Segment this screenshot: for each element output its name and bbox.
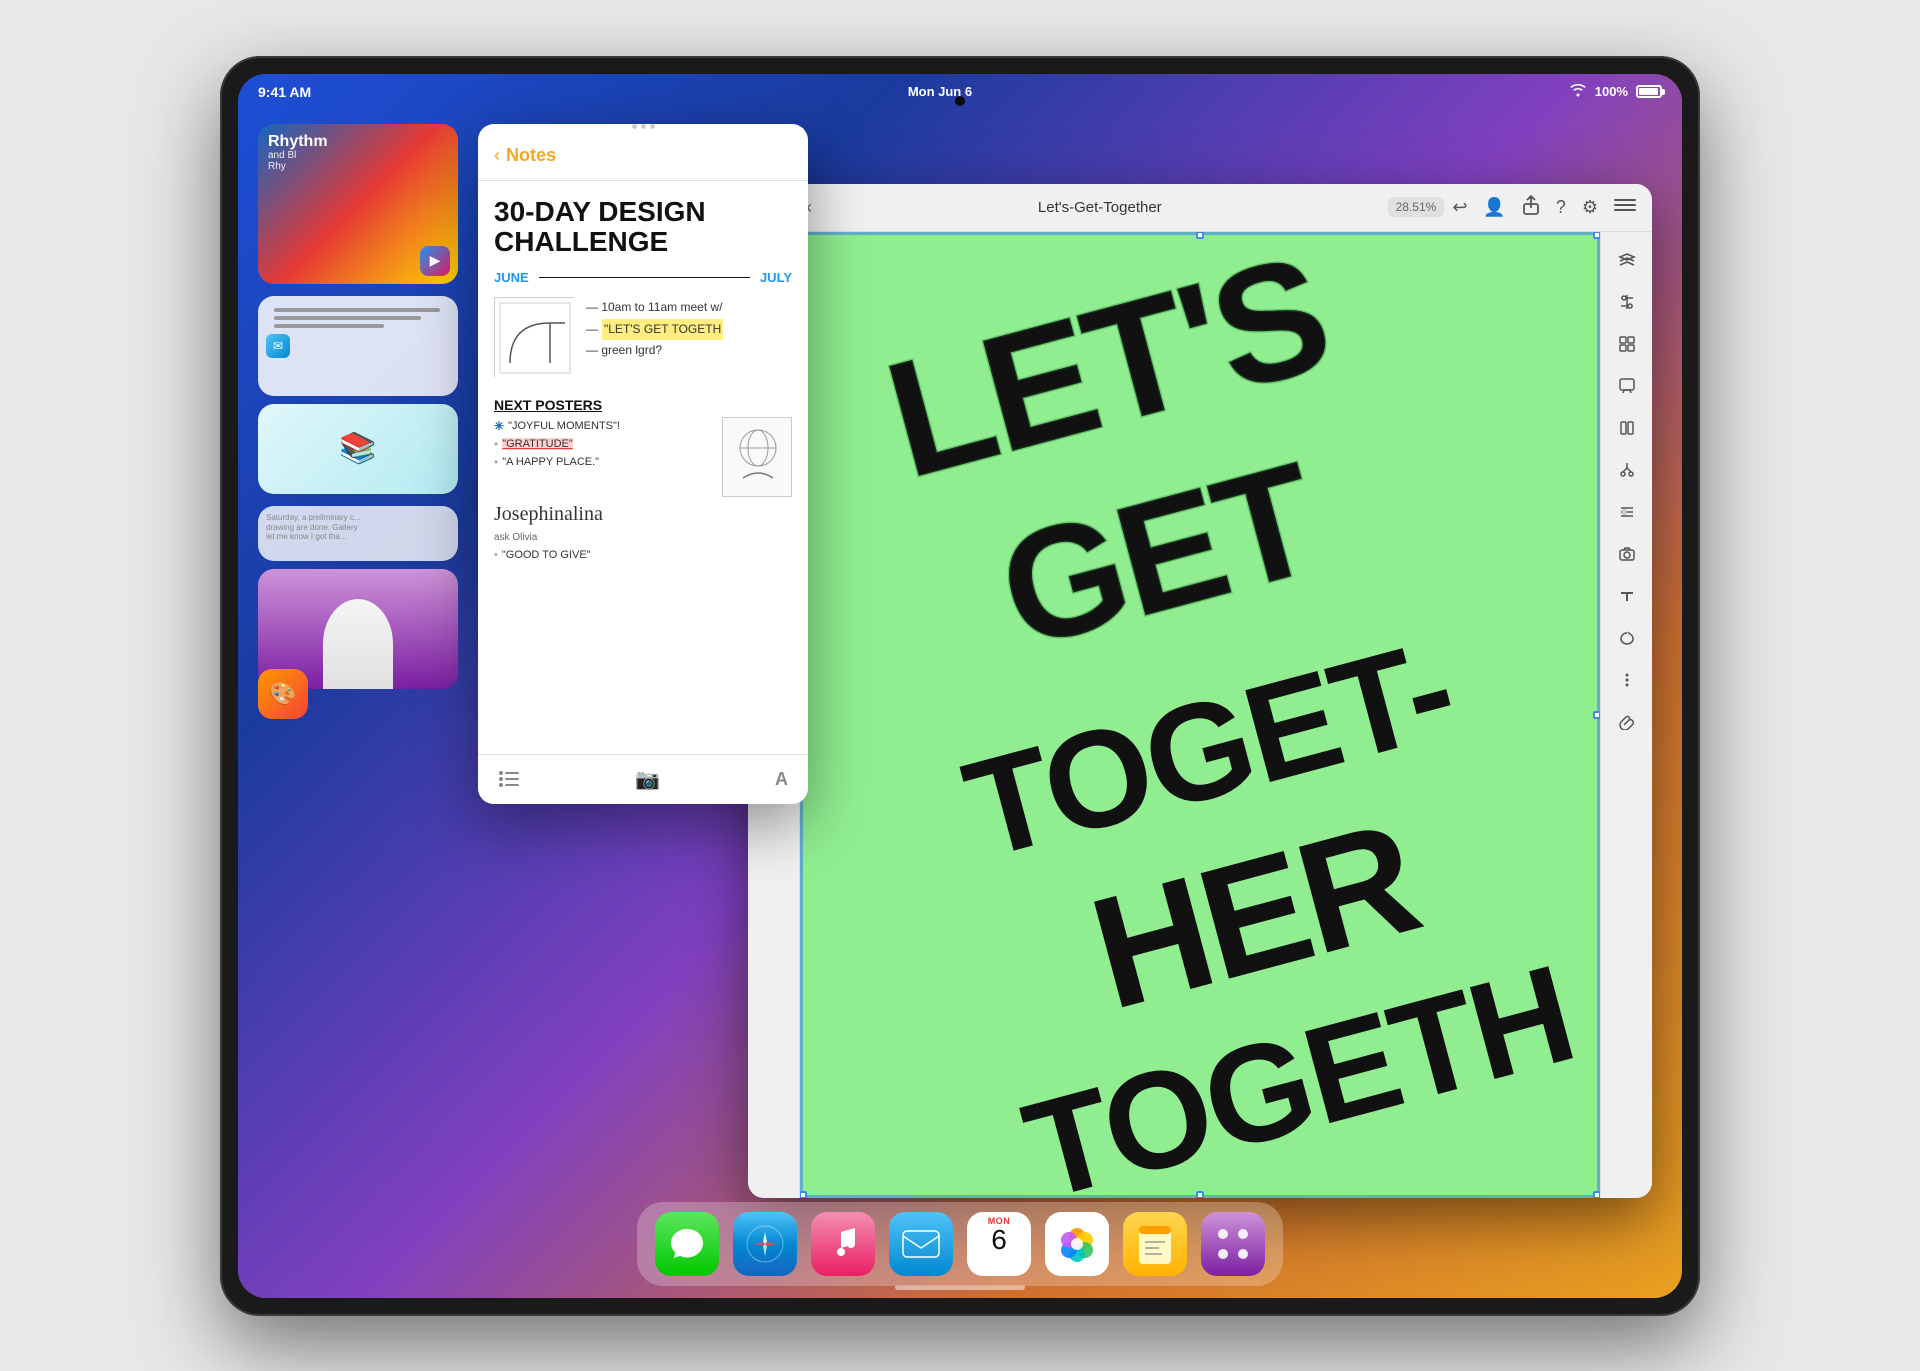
- poster-2-text: "GRATITUDE": [502, 438, 573, 450]
- calendar-day-num: 6: [991, 1226, 1007, 1254]
- poster-3-text: "A HAPPY PLACE.": [502, 456, 599, 468]
- notes-window[interactable]: ‹ Notes 30-DAY DESIGN CHALLENGE JUNE JUL…: [478, 124, 808, 804]
- notes-last-item: • "GOOD TO GIVE": [494, 547, 792, 563]
- poster-item-3: • "A HAPPY PLACE.": [494, 453, 714, 471]
- comments-button[interactable]: [1609, 368, 1645, 404]
- preview-line: [274, 324, 384, 328]
- settings-icon[interactable]: ⚙: [1582, 197, 1598, 218]
- window-drag-handle[interactable]: [478, 124, 808, 129]
- notes-header-top: ‹ Notes: [494, 145, 792, 166]
- dock-music[interactable]: [811, 1212, 875, 1276]
- poster-canvas: LET'S GET TOGET- HER TOGETH LET'S GET: [800, 232, 1600, 1198]
- last-item-text: "GOOD TO GIVE": [502, 549, 591, 561]
- preview-line: [274, 316, 421, 320]
- camera-icon[interactable]: 📷: [635, 767, 660, 792]
- design-doc-title: Let's-Get-Together: [820, 199, 1380, 216]
- sidebar-icon: 🎨: [269, 681, 296, 707]
- dock: MON 6: [637, 1202, 1283, 1286]
- design-right-toolbar: [1600, 232, 1652, 1198]
- text-format-icon[interactable]: A: [775, 769, 788, 790]
- share-icon[interactable]: [1522, 195, 1540, 220]
- poster-1-text: "JOYFUL MOMENTS"!: [508, 420, 620, 432]
- design-main: LET'S GET TOGET- HER TOGETH LET'S GET: [748, 232, 1652, 1198]
- app-switcher-sidebar: Rhythm and Bl Rhy ▶: [258, 124, 458, 689]
- user-icon[interactable]: 👤: [1483, 197, 1505, 218]
- poster-items-list: ✳ "JOYFUL MOMENTS"! • "GRATITUDE" • "A H…: [494, 417, 714, 471]
- back-chevron-icon[interactable]: ‹: [494, 145, 500, 166]
- battery-fill: [1639, 88, 1658, 95]
- sidebar-card-preview[interactable]: ✉: [258, 296, 458, 396]
- export-button[interactable]: [1609, 536, 1645, 572]
- sidebar-card-rhythm[interactable]: Rhythm and Bl Rhy ▶: [258, 124, 458, 284]
- poster-svg: LET'S GET TOGET- HER TOGETH LET'S GET: [800, 232, 1600, 1198]
- shape-library-button[interactable]: [1609, 326, 1645, 362]
- poster-section: ✳ "JOYFUL MOMENTS"! • "GRATITUDE" • "A H…: [494, 417, 792, 497]
- timeline-line: [539, 277, 750, 278]
- sidebar-card-library[interactable]: 📚: [258, 404, 458, 494]
- dock-safari[interactable]: [733, 1212, 797, 1276]
- sidebar-card-notes-preview[interactable]: Saturday, a preliminary c... drawing are…: [258, 506, 458, 561]
- wifi-icon: [1569, 83, 1587, 100]
- text-style-button[interactable]: [1609, 578, 1645, 614]
- small-sketch: [722, 417, 792, 497]
- transform-button[interactable]: [1609, 410, 1645, 446]
- notes-footer: 📷 A: [478, 754, 808, 804]
- bullet-item-3: — green lgrd?: [586, 340, 723, 362]
- notes-month-start: JUNE: [494, 270, 529, 285]
- notes-section-title: NEXT POSTERS: [494, 397, 792, 413]
- dock-mail[interactable]: [889, 1212, 953, 1276]
- dot3: [650, 124, 655, 129]
- attachment-button[interactable]: [1609, 704, 1645, 740]
- more-tools-button[interactable]: [1609, 662, 1645, 698]
- status-time: 9:41 AM: [258, 84, 311, 100]
- notes-timeline: JUNE JULY: [494, 270, 792, 285]
- more-icon[interactable]: [1614, 196, 1636, 219]
- ipad-screen: 9:41 AM Mon Jun 6 100%: [238, 74, 1682, 1298]
- zoom-badge[interactable]: 28.51%: [1388, 197, 1445, 217]
- poster-item-2: • "GRATITUDE": [494, 435, 714, 453]
- design-canvas[interactable]: LET'S GET TOGET- HER TOGETH LET'S GET: [800, 232, 1600, 1198]
- adjustments-button[interactable]: [1609, 284, 1645, 320]
- preview-line: [274, 308, 440, 312]
- notes-ask-olivia: ask Olivia: [494, 532, 792, 543]
- highlighted-text: "LET'S GET TOGETH: [602, 319, 723, 341]
- notes-signature: Josephinalina: [494, 503, 792, 526]
- footer-list-icon[interactable]: [498, 770, 520, 788]
- lasso-button[interactable]: [1609, 620, 1645, 656]
- notes-content-row: — 10am to 11am meet w/ — "LET'S GET TOGE…: [494, 297, 792, 385]
- battery-icon: [1636, 85, 1662, 98]
- poster-item-1: ✳ "JOYFUL MOMENTS"!: [494, 417, 714, 435]
- design-titlebar: ‹ Let's-Get-Together 28.51% ↩ 👤 ? ⚙: [748, 184, 1652, 232]
- library-icon: 📚: [339, 431, 376, 466]
- status-right: 100%: [1569, 83, 1662, 100]
- dock-messages[interactable]: [655, 1212, 719, 1276]
- dot1: [632, 124, 637, 129]
- bullet-item-1: — 10am to 11am meet w/: [586, 297, 723, 319]
- notes-bullet-list: — 10am to 11am meet w/ — "LET'S GET TOGE…: [586, 297, 723, 362]
- notes-main-title: 30-DAY DESIGN CHALLENGE: [494, 197, 792, 259]
- help-icon[interactable]: ?: [1556, 197, 1566, 218]
- ipad-frame: 9:41 AM Mon Jun 6 100%: [220, 56, 1700, 1316]
- notes-back-button[interactable]: Notes: [506, 145, 556, 166]
- dock-notes[interactable]: [1123, 1212, 1187, 1276]
- design-window[interactable]: ‹ Let's-Get-Together 28.51% ↩ 👤 ? ⚙: [748, 184, 1652, 1198]
- dock-calendar[interactable]: MON 6: [967, 1212, 1031, 1276]
- dock-photos[interactable]: [1045, 1212, 1109, 1276]
- notes-month-end: JULY: [760, 270, 792, 285]
- layers-panel-button[interactable]: [1609, 242, 1645, 278]
- notes-sketch: [494, 297, 574, 377]
- rhythm-card-image: Rhythm and Bl Rhy ▶: [258, 124, 458, 284]
- design-toolbar-icons: ↩ 👤 ? ⚙: [1452, 195, 1636, 220]
- notes-header: ‹ Notes: [478, 133, 808, 181]
- indent-button[interactable]: [1609, 494, 1645, 530]
- notes-body: 30-DAY DESIGN CHALLENGE JUNE JULY: [478, 181, 808, 771]
- undo-icon[interactable]: ↩: [1452, 197, 1467, 218]
- sidebar-bottom-icon[interactable]: 🎨: [258, 669, 308, 719]
- dock-extras[interactable]: [1201, 1212, 1265, 1276]
- front-camera: [955, 96, 965, 106]
- battery-percentage: 100%: [1595, 84, 1628, 99]
- dot2: [641, 124, 646, 129]
- cut-tool-button[interactable]: [1609, 452, 1645, 488]
- bullet-item-2: — "LET'S GET TOGETH: [586, 319, 723, 341]
